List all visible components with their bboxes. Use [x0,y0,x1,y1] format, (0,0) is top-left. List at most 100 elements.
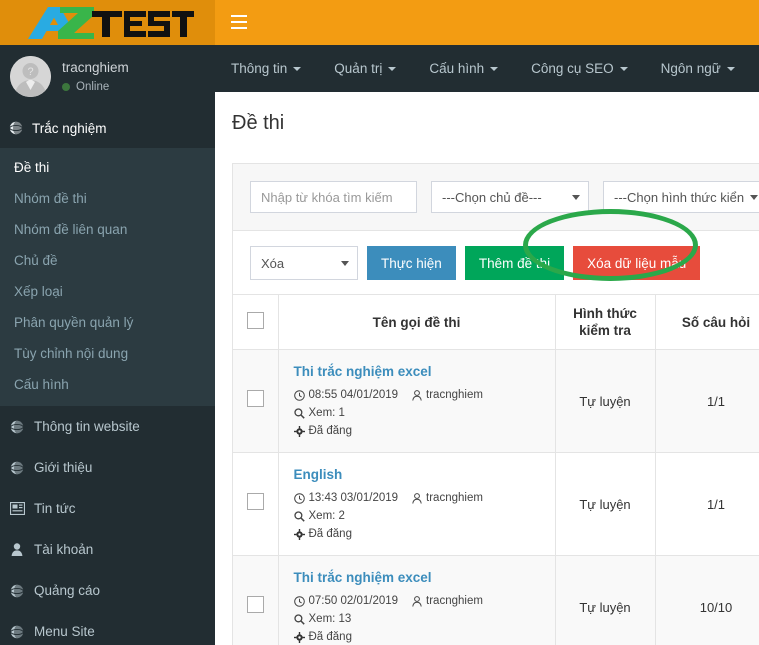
clock-icon [293,389,305,401]
meta-status-label: Đã đăng [308,631,352,643]
select-all-checkbox[interactable] [246,311,264,329]
sidebar-item-phan-quyen-quan-ly[interactable]: Phân quyền quản lý [0,307,215,338]
row-form-cell: Tự luyện [555,555,656,645]
nav-item-quan-tri[interactable]: Quản trị [334,61,397,76]
sidebar-section-trac-nghiem[interactable]: Trắc nghiệm [0,108,215,148]
select-all-header [233,294,279,350]
filter-row: ---Chọn chủ đề--- ---Chọn hình thức kiển [233,164,759,231]
sidebar-item-menu-site[interactable]: Menu Site [0,611,215,645]
sidebar-item-nhom-de-thi[interactable]: Nhóm đề thi [0,183,215,214]
sidebar-item-quang-cao[interactable]: Quảng cáo [0,570,215,611]
chevron-down-icon [293,66,302,71]
chevron-down-icon [388,66,397,71]
nav-item-thong-tin[interactable]: Thông tin [231,61,302,76]
sidebar-item-label: Menu Site [34,624,95,639]
content-area: Đề thi ---Chọn chủ đề--- ---Chọn hình th… [215,92,759,645]
row-checkbox[interactable] [246,596,264,613]
chevron-down-icon [750,194,759,200]
sidebar-item-xep-loai[interactable]: Xếp loại [0,276,215,307]
nav-label: Ngôn ngữ [660,61,721,76]
execute-button[interactable]: Thực hiện [367,246,456,280]
row-select-cell [233,349,279,453]
meta-time-label: 13:43 03/01/2019 [308,492,399,504]
exam-title-link[interactable]: English [294,465,343,484]
nav-item-ngon-ngu[interactable]: Ngôn ngữ [661,61,735,76]
user-name: tracnghiem [62,60,129,75]
sidebar-item-chu-de[interactable]: Chủ đề [0,245,215,276]
action-row: Xóa Thực hiện Thêm đề thi Xóa dữ liệu mẫ… [233,209,759,294]
news-icon [9,502,25,515]
delete-sample-button[interactable]: Xóa dữ liệu mẫu [573,246,701,280]
sidebar-item-label: Thông tin website [34,419,140,434]
user-icon [412,389,422,401]
sidebar-item-tin-tuc[interactable]: Tin tức [0,488,215,529]
page-title: Đề thi [232,112,285,134]
topic-select[interactable]: ---Chọn chủ đề--- [431,181,589,213]
table-header-row: Tên gọi đề thi Hình thức kiểm tra Số câu… [233,294,759,350]
sidebar-item-cau-hinh[interactable]: Cấu hình [0,369,215,400]
table-row: Thi trắc nghiệm excel 07:50 02/01/2019 t… [233,555,759,645]
avatar: ? [10,56,51,97]
sidebar: ? tracnghiem Online Trắc nghiệm Đề thi N… [0,0,215,645]
meta-status-label: Đã đăng [308,528,352,540]
meta-status-label: Đã đăng [308,425,352,437]
meta-views-label: Xem: 1 [308,407,345,419]
meta-views: Xem: 13 [293,610,351,628]
user-icon [412,595,422,607]
exam-title-link[interactable]: Thi trắc nghiệm excel [294,362,432,381]
user-status: Online [62,79,129,95]
row-name-cell: Thi trắc nghiệm excel 07:50 02/01/2019 t… [278,555,556,645]
nav-item-cong-cu-seo[interactable]: Công cụ SEO [531,61,628,76]
table-body: Thi trắc nghiệm excel 08:55 04/01/2019 t… [233,349,759,645]
exam-list-panel: ---Chọn chủ đề--- ---Chọn hình thức kiển… [232,163,759,645]
user-panel[interactable]: ? tracnghiem Online [0,45,215,108]
meta-status: Đã đăng [293,628,547,645]
user-status-label: Online [76,81,110,93]
sidebar-item-tai-khoan[interactable]: Tài khoản [0,529,215,570]
add-exam-button[interactable]: Thêm đề thi [464,246,565,280]
user-info: tracnghiem Online [51,56,129,95]
meta-time-label: 08:55 04/01/2019 [308,389,399,401]
row-count-cell: 1/1 [655,452,759,556]
meta-author-label: tracnghiem [426,389,483,401]
meta-author-label: tracnghiem [426,595,483,607]
row-checkbox[interactable] [246,493,264,510]
nav-item-cau-hinh[interactable]: Cấu hình [429,61,499,76]
chevron-down-icon [341,260,349,266]
brand-logo[interactable] [0,0,215,45]
meta-time: 08:55 04/01/2019 [293,386,399,404]
meta-author: tracnghiem [412,386,483,404]
exam-form-select[interactable]: ---Chọn hình thức kiển [603,181,759,213]
sidebar-item-gioi-thieu[interactable]: Giới thiệu [0,447,215,488]
meta-author: tracnghiem [412,592,483,610]
sidebar-item-thong-tin-website[interactable]: Thông tin website [0,406,215,447]
row-count-cell: 1/1 [655,349,759,453]
svg-text:?: ? [27,66,33,78]
search-icon [293,510,305,522]
search-icon [293,613,305,625]
meta-views-label: Xem: 2 [308,510,345,522]
meta-time: 13:43 03/01/2019 [293,489,399,507]
gear-icon [293,425,305,437]
clock-icon [293,595,305,607]
online-dot-icon [62,83,70,91]
sidebar-item-label: Tin tức [34,501,76,516]
row-select-cell [233,555,279,645]
chevron-down-icon [619,66,628,71]
search-input[interactable] [250,181,417,213]
sidebar-item-nhom-de-lien-quan[interactable]: Nhóm đề liên quan [0,214,215,245]
row-checkbox[interactable] [246,390,264,407]
meta-status: Đã đăng [293,422,547,440]
meta-status: Đã đăng [293,525,547,543]
row-select-cell [233,452,279,556]
meta-author: tracnghiem [412,489,483,507]
hamburger-menu-icon[interactable] [231,15,247,29]
chevron-down-icon [572,194,580,200]
app-root: ? tracnghiem Online Trắc nghiệm Đề thi N… [0,0,759,645]
nav-label: Cấu hình [429,61,485,76]
sidebar-item-tuy-chinh-noi-dung[interactable]: Tùy chỉnh nội dung [0,338,215,369]
bulk-action-select[interactable]: Xóa [250,246,358,280]
sidebar-item-de-thi[interactable]: Đề thi [0,152,215,183]
exam-title-link[interactable]: Thi trắc nghiệm excel [294,568,432,587]
sidebar-submenu: Đề thi Nhóm đề thi Nhóm đề liên quan Chủ… [0,148,215,406]
